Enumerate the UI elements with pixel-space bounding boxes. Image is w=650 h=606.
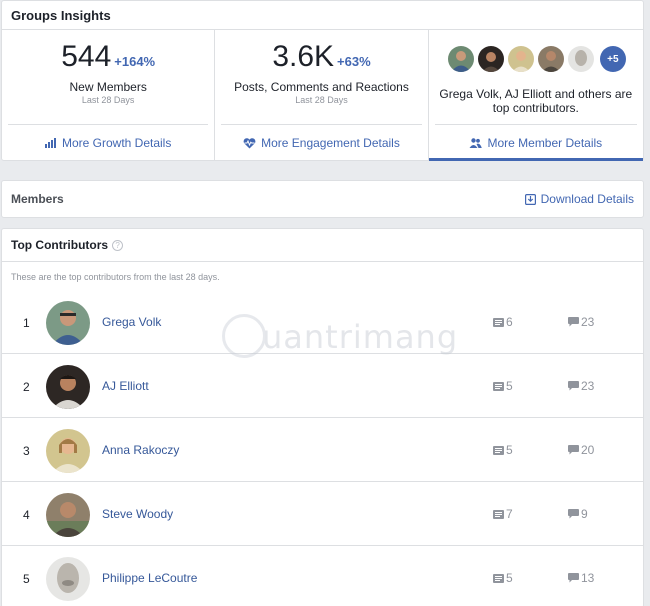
comment-count: 23: [568, 315, 594, 329]
comment-count: 23: [568, 379, 594, 393]
more-engagement-details-link[interactable]: More Engagement Details: [221, 124, 422, 161]
table-row: 2 AJ Elliott 5 23: [2, 354, 643, 418]
avatar[interactable]: [507, 46, 534, 72]
contributor-rank: 4: [23, 508, 30, 522]
member-details-stat: +5 Grega Volk, AJ Elliott and others are…: [428, 30, 643, 161]
post-count: 6: [493, 315, 513, 329]
more-member-details-link[interactable]: More Member Details: [434, 124, 637, 161]
engagement-period: Last 28 Days: [295, 95, 348, 105]
comment-icon: [568, 381, 579, 391]
bar-chart-icon: [44, 138, 56, 148]
download-details-link[interactable]: Download Details: [524, 192, 634, 206]
comment-count-value: 20: [581, 443, 595, 457]
more-growth-details-link[interactable]: More Growth Details: [8, 124, 209, 161]
comment-count-value: 13: [581, 571, 595, 585]
people-icon: [469, 138, 483, 148]
members-title: Members: [11, 192, 64, 206]
table-row: 3 Anna Rakoczy 5 20: [2, 418, 643, 482]
post-icon: [493, 381, 504, 391]
post-count: 5: [493, 443, 513, 457]
contributor-rank: 5: [23, 572, 30, 586]
comment-count-value: 9: [581, 507, 588, 521]
comment-icon: [568, 509, 579, 519]
comment-icon: [568, 317, 579, 327]
groups-insights-title: Groups Insights: [2, 1, 643, 30]
post-icon: [493, 509, 504, 519]
table-row: 5 Philippe LeCoutre 5 13: [2, 546, 643, 606]
table-row: 1 Grega Volk 6 23: [2, 290, 643, 354]
comment-icon: [568, 573, 579, 583]
contributor-name[interactable]: Philippe LeCoutre: [102, 571, 197, 585]
post-count-value: 5: [506, 443, 513, 457]
post-count-value: 7: [506, 507, 513, 521]
contributor-name[interactable]: Anna Rakoczy: [102, 443, 179, 457]
contributor-rank: 2: [23, 380, 30, 394]
top-contributors-summary: Grega Volk, AJ Elliott and others are to…: [439, 87, 633, 115]
download-details-label: Download Details: [540, 192, 634, 206]
avatar[interactable]: [46, 365, 90, 409]
engagement-label: Posts, Comments and Reactions: [234, 80, 409, 94]
post-count-value: 6: [506, 315, 513, 329]
post-icon: [493, 317, 504, 327]
contributor-name[interactable]: Grega Volk: [102, 315, 161, 329]
post-count-value: 5: [506, 571, 513, 585]
avatar[interactable]: [46, 557, 90, 601]
new-members-label: New Members: [69, 80, 147, 94]
contributor-rank: 1: [23, 316, 30, 330]
avatar[interactable]: [567, 46, 594, 72]
post-icon: [493, 573, 504, 583]
avatar[interactable]: [477, 46, 504, 72]
comment-count: 13: [568, 571, 594, 585]
comment-count-value: 23: [581, 379, 595, 393]
new-members-stat: 544 +164% New Members Last 28 Days More …: [2, 30, 216, 161]
comment-count: 9: [568, 507, 588, 521]
avatar[interactable]: [537, 46, 564, 72]
comment-icon: [568, 445, 579, 455]
post-count: 5: [493, 379, 513, 393]
avatar[interactable]: [46, 493, 90, 537]
new-members-period: Last 28 Days: [81, 95, 135, 105]
more-member-details-label: More Member Details: [487, 136, 603, 150]
contributor-rank: 3: [23, 444, 30, 458]
comment-count-value: 23: [581, 315, 595, 329]
new-members-count: 544: [61, 40, 112, 73]
comment-count: 20: [568, 443, 594, 457]
engagement-count: 3.6K: [272, 40, 335, 73]
avatar[interactable]: [447, 46, 474, 72]
post-icon: [493, 445, 504, 455]
post-count: 5: [493, 571, 513, 585]
top-contributors-description: These are the top contributors from the …: [11, 272, 220, 282]
groups-insights-card: Groups Insights 544 +164% New Members La…: [1, 0, 644, 161]
help-icon[interactable]: ?: [112, 239, 124, 251]
more-growth-details-label: More Growth Details: [61, 136, 172, 150]
top-contributors-title: Top Contributors: [11, 238, 109, 252]
table-row: 4 Steve Woody 7 9: [2, 482, 643, 546]
top-contributors-card: Top Contributors ? These are the top con…: [1, 228, 644, 606]
more-engagement-details-label: More Engagement Details: [261, 136, 400, 150]
more-contributors-badge[interactable]: +5: [599, 46, 626, 72]
top-contributor-avatars: +5: [429, 46, 643, 72]
contributor-name[interactable]: AJ Elliott: [102, 379, 149, 393]
heart-pulse-icon: [243, 137, 256, 148]
new-members-change: +164%: [114, 54, 156, 69]
members-card: Members Download Details: [1, 180, 644, 218]
engagement-change: +63%: [337, 54, 371, 69]
avatar[interactable]: [46, 429, 90, 473]
avatar[interactable]: [46, 301, 90, 345]
post-count-value: 5: [506, 379, 513, 393]
contributor-name[interactable]: Steve Woody: [102, 507, 173, 521]
engagement-stat: 3.6K +63% Posts, Comments and Reactions …: [215, 30, 429, 161]
download-icon: [524, 193, 536, 205]
post-count: 7: [493, 507, 513, 521]
